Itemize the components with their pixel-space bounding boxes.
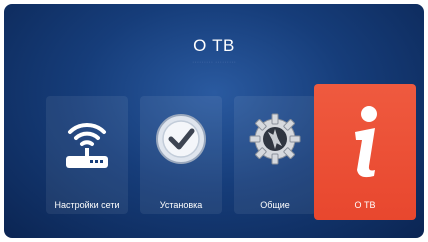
menu-item-label: Общие: [260, 200, 290, 210]
gear-icon: [248, 112, 302, 171]
menu-item-installation[interactable]: Установка: [140, 96, 222, 214]
menu-item-about-tv[interactable]: О ТВ: [314, 84, 416, 220]
page-title: О ТВ: [193, 36, 235, 55]
page-subtitle: ········· ·········: [192, 59, 236, 66]
info-icon: [345, 104, 385, 187]
tv-settings-screen: О ТВ ········· ········· Настройки сети: [4, 4, 424, 238]
menu-item-label: О ТВ: [354, 200, 376, 210]
router-wifi-icon: [62, 116, 112, 179]
menu-item-general[interactable]: Общие: [234, 96, 316, 214]
menu-item-network-settings[interactable]: Настройки сети: [46, 96, 128, 214]
menu-item-label: Установка: [159, 200, 203, 210]
clock-check-icon: [154, 112, 208, 171]
menu-item-label: Настройки сети: [54, 200, 120, 210]
